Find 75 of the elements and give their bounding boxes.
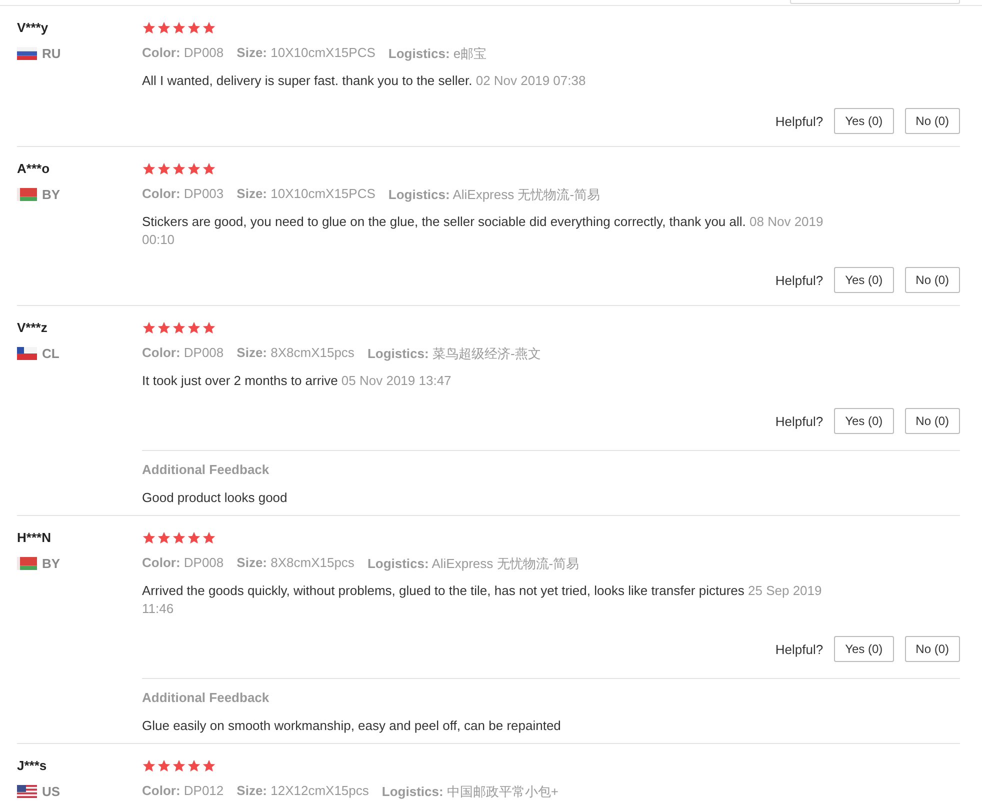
user-name: V***y [17, 20, 50, 36]
yes-button[interactable]: Yes (0) [834, 636, 894, 662]
product-attribute: Size: 8X8cmX15pcs [236, 555, 354, 572]
product-attribute: Color: DP008 [142, 345, 224, 362]
star-icon [172, 321, 186, 335]
flag-icon [17, 785, 37, 798]
user-name: A***o [17, 161, 51, 177]
product-attribute: Color: DP008 [142, 45, 224, 62]
star-icon [187, 162, 201, 176]
no-button[interactable]: No (0) [904, 267, 960, 293]
flag-icon [17, 347, 37, 360]
star-icon [157, 531, 171, 545]
product-attribute: Logistics: e邮宝 [388, 45, 487, 63]
star-icon [142, 759, 156, 773]
product-attribute: Color: DP008 [142, 555, 224, 572]
review-text: It took just over 2 months to arrive 05 Nov 2019 13:47 [142, 372, 452, 390]
flag-icon [17, 47, 37, 60]
user-name: H***N [17, 530, 52, 546]
review-text: All I wanted, delivery is super fast. thank you to the seller. 02 Nov 2019 07:38 [142, 72, 587, 90]
flag-icon [17, 188, 37, 201]
user-name: V***z [17, 320, 48, 336]
product-attribute: Logistics: 菜鸟超级经济-燕文 [367, 345, 541, 363]
country-code: BY [42, 187, 60, 202]
helpful-label: Helpful? [775, 272, 824, 288]
star-icon [172, 21, 186, 35]
star-icon [142, 162, 156, 176]
product-attribute: Size: 10X10cmX15PCS [236, 186, 376, 203]
star-icon [142, 531, 156, 545]
star-icon [142, 321, 156, 335]
star-icon [187, 759, 201, 773]
review-text: Arrived the goods quickly, without problems, glued to the tile, has not yet tried, looks like transfer pictures 25 Sep 2019 11:46 [142, 582, 823, 618]
no-button[interactable]: No (0) [904, 108, 960, 134]
country-code: RU [42, 46, 61, 61]
star-icon [157, 21, 171, 35]
product-attribute: Logistics: AliExpress 无忧物流-简易 [388, 186, 600, 204]
star-icon [202, 531, 216, 545]
country-code: BY [42, 556, 60, 571]
star-icon [157, 759, 171, 773]
star-icon [187, 21, 201, 35]
country-code: CL [42, 346, 60, 361]
star-icon [172, 162, 186, 176]
product-attribute: Size: 12X12cmX15pcs [236, 783, 369, 800]
review-text: Stickers are good, you need to glue on the glue, the seller sociable did everything correctly, thank you all. 08 Nov 2019 00:10 [142, 213, 824, 249]
yes-button[interactable]: Yes (0) [834, 408, 894, 434]
helpful-label: Helpful? [775, 114, 824, 128]
additional-feedback-title: Additional Feedback [142, 462, 270, 477]
star-icon [187, 321, 201, 335]
product-attribute: Color: DP012 [142, 783, 224, 800]
yes-button[interactable]: Yes (0) [834, 267, 894, 293]
star-icon [202, 321, 216, 335]
additional-feedback-text: Good product looks good [142, 490, 288, 505]
product-attribute: Size: 8X8cmX15pcs [236, 345, 354, 362]
helpful-label: Helpful? [775, 414, 824, 428]
product-attribute: Size: 10X10cmX15PCS [236, 45, 376, 62]
additional-feedback-text: Glue easily on smooth workmanship, easy and peel off, can be repainted [142, 718, 562, 733]
country-code: US [42, 784, 60, 799]
product-attribute: Logistics: 中国邮政平常小包+ [382, 783, 559, 801]
star-icon [187, 531, 201, 545]
helpful-label: Helpful? [775, 642, 824, 656]
star-icon [157, 162, 171, 176]
additional-feedback-title: Additional Feedback [142, 690, 270, 705]
no-button[interactable]: No (0) [904, 636, 960, 662]
flag-icon [17, 557, 37, 570]
star-icon [202, 759, 216, 773]
star-icon [172, 531, 186, 545]
star-icon [202, 21, 216, 35]
product-attribute: Color: DP003 [142, 186, 224, 203]
user-name: J***s [17, 758, 48, 774]
star-icon [172, 759, 186, 773]
no-button[interactable]: No (0) [904, 408, 960, 434]
product-attribute: Logistics: AliExpress 无忧物流-简易 [367, 555, 580, 573]
yes-button[interactable]: Yes (0) [834, 108, 894, 134]
star-icon [202, 162, 216, 176]
star-icon [157, 321, 171, 335]
star-icon [142, 21, 156, 35]
